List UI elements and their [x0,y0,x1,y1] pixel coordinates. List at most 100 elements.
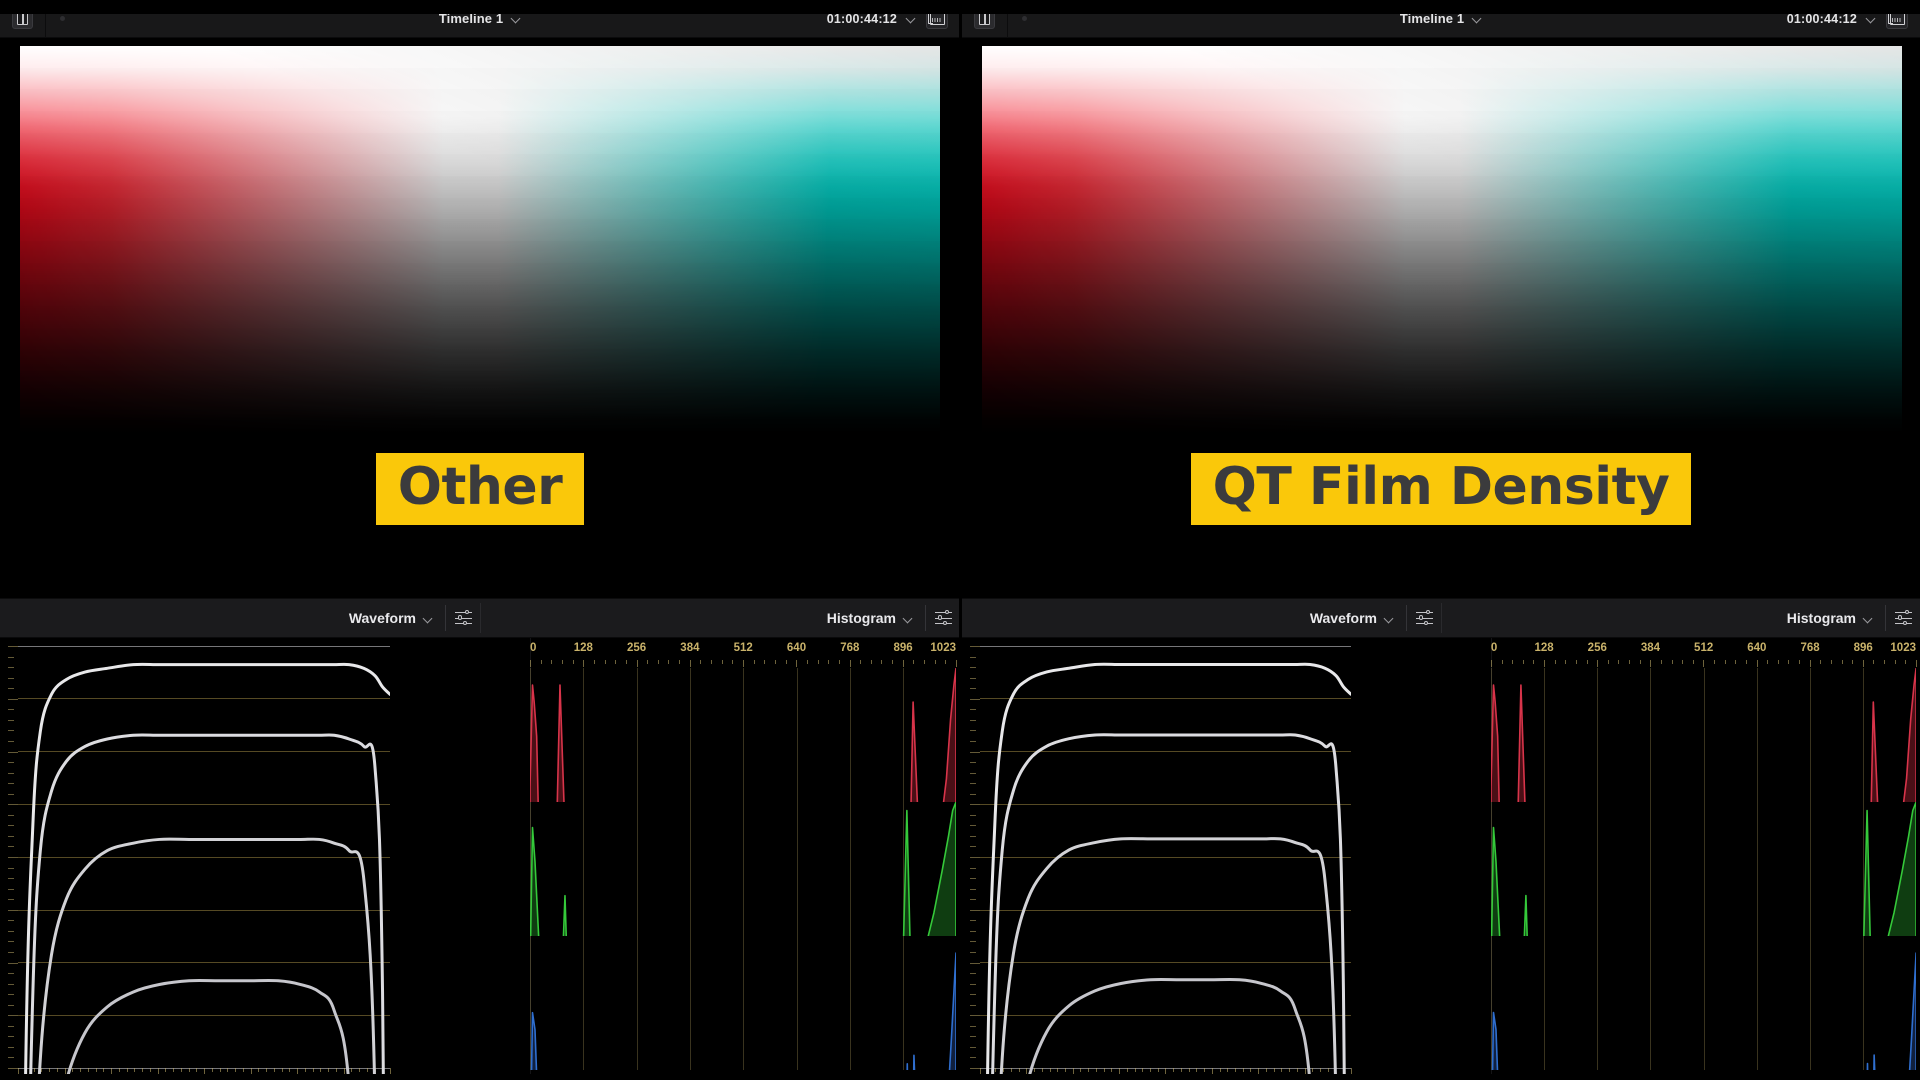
histogram-pane-red [530,668,956,802]
histogram-x-axis-labels: 0 128 256 384 512 640 768 896 1023 [530,642,956,660]
axis-tick [796,660,798,667]
chevron-down-icon[interactable] [1385,614,1394,623]
gradient-band [20,68,940,90]
gradient-band [20,262,940,285]
axis-tick [1575,660,1577,664]
axis-tick [1820,660,1822,664]
dual-viewer-comparison: Timeline 1 01:00:44:12 Other Waveform Hi… [0,0,1920,1080]
histogram-axis-label: 256 [1587,642,1607,654]
gradient-band [982,175,1902,198]
axis-tick [1703,660,1705,667]
axis-tick [1671,660,1673,664]
axis-tick [711,660,713,664]
chevron-down-icon[interactable] [424,614,433,623]
histogram-x-axis-labels: 0 128 256 384 512 640 768 896 1023 [1491,642,1916,660]
axis-tick [8,857,18,858]
waveform-traces [980,646,1351,1080]
axis-tick [1714,660,1716,664]
header-indicator-dot [1022,16,1027,21]
scopes-area-left: 0 128 256 384 512 640 768 896 1023 [0,638,960,1080]
axis-tick [8,646,18,647]
scope-name-label[interactable]: Waveform [349,610,416,626]
axis-tick [970,740,976,742]
axis-tick [970,930,976,932]
scope-name-label[interactable]: Histogram [1787,610,1856,626]
sliders-settings-icon[interactable] [1407,609,1441,626]
axis-tick [970,709,976,711]
axis-tick [970,1025,976,1027]
axis-tick [970,730,976,732]
axis-tick [970,793,976,795]
gradient-band [20,327,940,350]
gradient-band [20,241,940,263]
panel-toggle-glyph [979,12,990,25]
axis-tick [970,1036,976,1038]
histogram-scope-right[interactable]: 0 128 256 384 512 640 768 896 1023 [1490,638,1920,1080]
overlay-label-right: QT Film Density [1190,453,1692,526]
chevron-down-icon[interactable] [904,614,913,623]
axis-tick [753,660,755,664]
waveform-plot [970,646,1352,1068]
axis-tick [970,762,976,764]
chevron-down-icon[interactable] [1473,14,1482,23]
sliders-glyph [1415,609,1433,626]
waveform-scope-right[interactable] [962,638,1491,1080]
axis-tick [970,825,976,827]
scope-toolbar-left: Waveform Histogram [0,598,960,638]
header-indicator-dot [60,16,65,21]
axis-tick [970,951,976,953]
axis-tick [1682,660,1684,664]
axis-tick [1735,660,1737,664]
sliders-settings-icon[interactable] [446,609,480,626]
axis-tick [1533,660,1535,664]
axis-tick [8,730,14,732]
gradient-band [20,349,940,371]
axis-tick [8,1004,14,1006]
gradient-band [982,219,1902,241]
histogram-axis-label: 0 [1490,642,1498,654]
sliders-settings-icon[interactable] [1886,609,1920,626]
axis-tick [1512,660,1514,664]
sliders-settings-icon[interactable] [926,609,960,626]
histogram-curve-blue [530,936,956,1070]
chevron-down-icon[interactable] [1867,14,1876,23]
gradient-steps [982,46,1902,436]
histogram-axis-label: 896 [1853,642,1873,654]
histogram-axis-label: 640 [1747,642,1767,654]
gradient-band [982,414,1902,436]
histogram-pane-green [530,801,956,936]
axis-tick [647,660,649,664]
chevron-down-icon[interactable] [512,14,521,23]
axis-tick [970,677,976,679]
axis-tick [970,656,976,658]
axis-tick [8,962,18,964]
gradient-band [20,284,940,306]
waveform-scope-left[interactable] [0,638,530,1080]
axis-tick [1799,660,1801,664]
axis-tick [668,660,670,664]
axis-tick [970,1057,976,1059]
axis-tick [1852,660,1854,664]
top-letterbox [0,0,1920,14]
scope-name-label[interactable]: Histogram [827,610,896,626]
axis-tick [970,667,976,669]
histogram-panes [1490,668,1916,1070]
histogram-scope-left[interactable]: 0 128 256 384 512 640 768 896 1023 [530,638,960,1080]
chevron-down-icon[interactable] [1864,614,1873,623]
axis-tick [970,994,976,996]
gradient-band [20,89,940,111]
waveform-trace [18,981,390,1080]
viewer-panel-left: Timeline 1 01:00:44:12 Other Waveform Hi… [0,0,960,1080]
axis-tick [970,962,980,964]
scope-name-label[interactable]: Waveform [1310,610,1377,626]
axis-tick [8,677,14,679]
chevron-down-icon[interactable] [907,14,916,23]
axis-tick [1597,660,1599,667]
axis-tick [785,660,787,664]
histogram-axis-label: 0 [530,642,537,654]
axis-tick [945,660,947,664]
axis-tick [970,867,976,869]
histogram-axis-label: 768 [1800,642,1820,654]
gradient-steps [20,46,940,436]
axis-tick [970,899,976,901]
